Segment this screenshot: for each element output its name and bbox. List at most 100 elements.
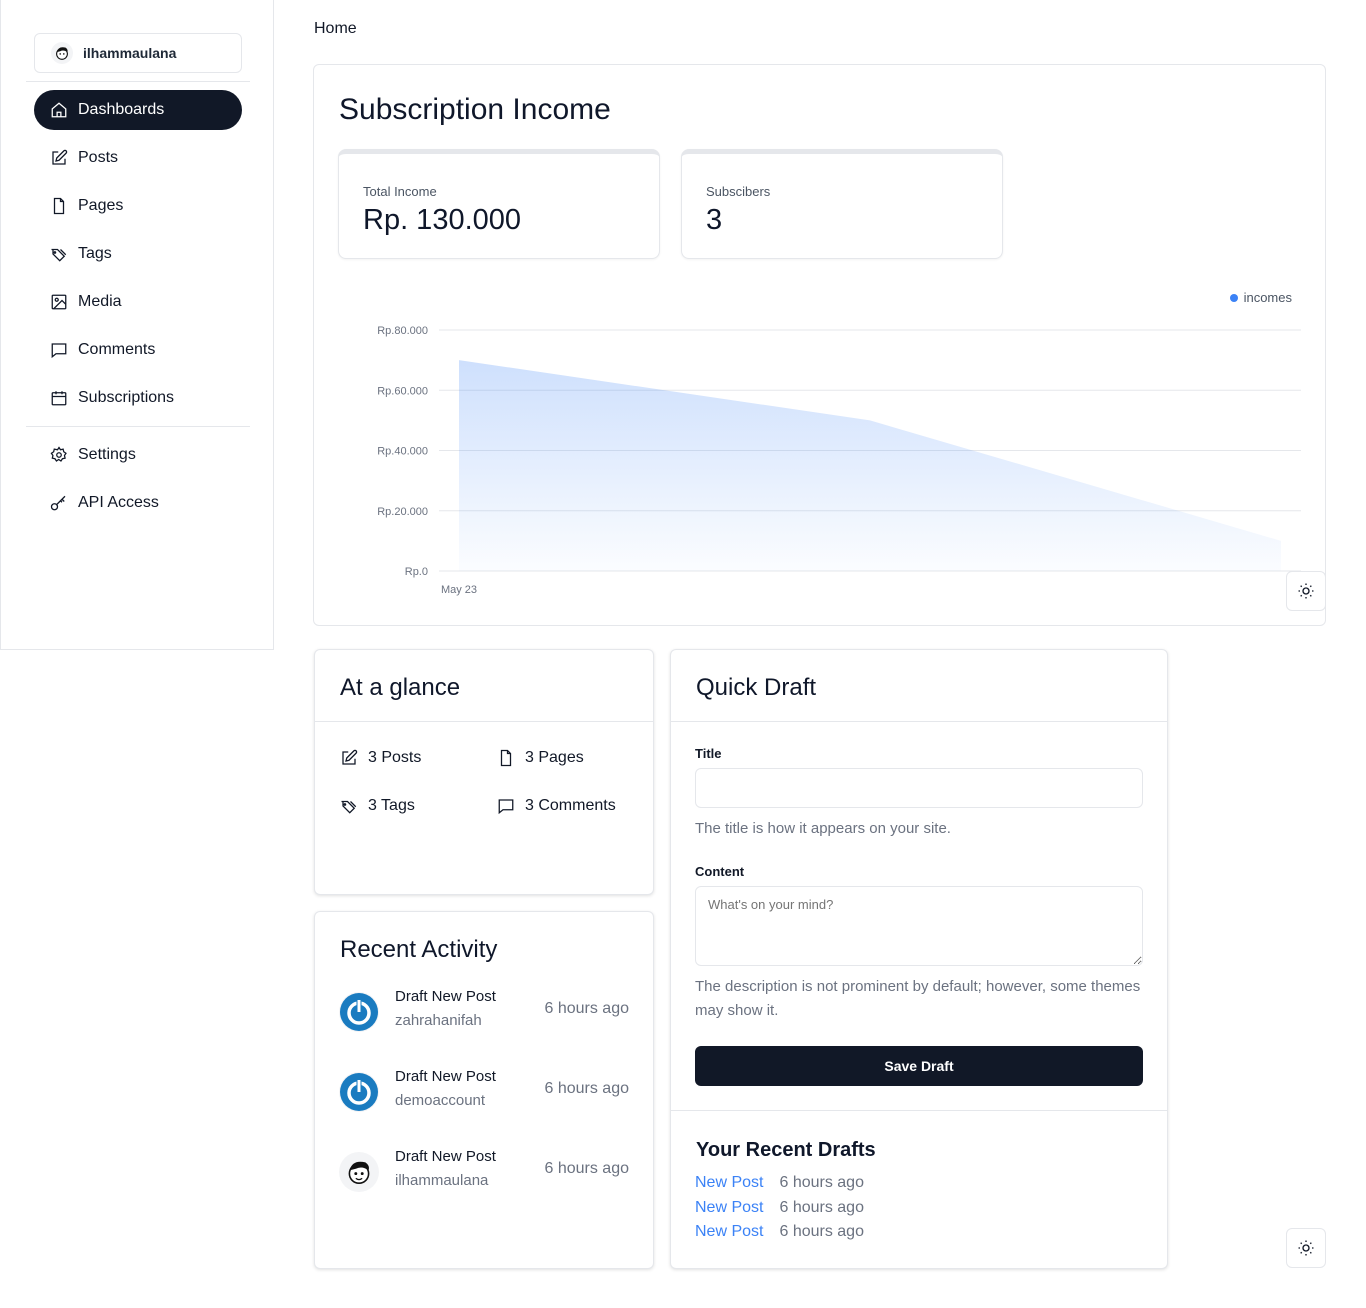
chart-svg: Rp.0 Rp.20.000 Rp.40.000 Rp.60.000 Rp.80.000…: [377, 325, 1301, 596]
title-help: The title is how it appears on your site…: [695, 820, 951, 837]
stat-value: 3: [706, 204, 723, 236]
card-title: Quick Draft: [696, 674, 817, 701]
nav-label: Media: [78, 293, 122, 310]
nav-label: Pages: [78, 197, 124, 214]
draft-item: New Post 6 hours ago: [695, 1199, 864, 1217]
divider: [671, 721, 1167, 722]
area-series-incomes[interactable]: [459, 360, 1281, 571]
y-tick-label: Rp.80.000: [377, 325, 428, 337]
activity-title: Draft New Post: [395, 1148, 496, 1165]
theme-toggle-button[interactable]: [1286, 1228, 1326, 1268]
glance-pages[interactable]: 3 Pages: [497, 749, 584, 767]
quick-draft-card: Quick Draft Title The title is how it ap…: [670, 649, 1168, 1269]
glance-comments[interactable]: 3 Comments: [497, 797, 616, 815]
title-input[interactable]: [695, 768, 1143, 808]
nav-posts[interactable]: Posts: [34, 138, 242, 178]
activity-title: Draft New Post: [395, 988, 496, 1005]
sun-icon: [1298, 1240, 1314, 1256]
activity-item[interactable]: Draft New Post demoaccount 6 hours ago: [339, 1068, 629, 1116]
nav-pages[interactable]: Pages: [34, 186, 242, 226]
nav-label: Tags: [78, 245, 112, 262]
activity-user: zahrahanifah: [395, 1012, 482, 1029]
draft-time: 6 hours ago: [779, 1199, 864, 1216]
nav-label: Dashboards: [78, 101, 165, 118]
at-a-glance-card: At a glance 3 Posts 3 Pages 3 Tags 3 Com…: [314, 649, 654, 895]
draft-item: New Post 6 hours ago: [695, 1223, 864, 1241]
content-help: The description is not prominent by defa…: [695, 978, 1141, 1019]
home-icon: [51, 102, 67, 118]
gear-icon: [50, 446, 67, 462]
nav-subscriptions[interactable]: Subscriptions: [34, 378, 242, 418]
nav-media[interactable]: Media: [34, 282, 242, 322]
glance-label: 3 Posts: [368, 749, 422, 766]
draft-time: 6 hours ago: [779, 1223, 864, 1240]
user-avatar: [339, 1152, 379, 1192]
subscription-income-card: Subscription Income Total Income Rp. 130…: [313, 64, 1326, 626]
tags-icon: [51, 248, 67, 262]
user-avatar: [51, 42, 73, 64]
x-tick-label: May 23: [441, 584, 477, 596]
glance-label: 3 Comments: [525, 797, 616, 814]
total-income-stat: Total Income Rp. 130.000: [338, 149, 660, 259]
nav-settings[interactable]: Settings: [34, 435, 242, 475]
edit-icon: [52, 149, 68, 165]
card-title: Recent Activity: [340, 936, 498, 963]
recent-activity-card: Recent Activity Draft New Post zahrahani…: [314, 911, 654, 1269]
nav-label: Subscriptions: [78, 389, 175, 406]
comment-icon: [51, 343, 67, 359]
power-icon: [339, 1072, 379, 1112]
activity-time: 6 hours ago: [544, 1080, 629, 1097]
glance-label: 3 Tags: [368, 797, 415, 814]
content-textarea[interactable]: [695, 886, 1143, 966]
save-draft-button[interactable]: Save Draft: [695, 1046, 1143, 1086]
y-tick-label: Rp.40.000: [377, 446, 428, 458]
draft-item: New Post 6 hours ago: [695, 1174, 864, 1192]
activity-item[interactable]: Draft New Post ilhammaulana 6 hours ago: [339, 1148, 629, 1196]
breadcrumb[interactable]: Home: [314, 20, 357, 38]
activity-time: 6 hours ago: [544, 1160, 629, 1177]
username: ilhammaulana: [83, 45, 177, 61]
nav-comments[interactable]: Comments: [34, 330, 242, 370]
y-tick-label: Rp.60.000: [377, 385, 428, 397]
edit-icon: [342, 749, 358, 765]
nav-api-access[interactable]: API Access: [34, 483, 242, 523]
comment-icon: [498, 799, 514, 815]
y-tick-label: Rp.0: [405, 566, 428, 578]
divider: [26, 81, 250, 82]
draft-link[interactable]: New Post: [695, 1199, 763, 1217]
page-title: Subscription Income: [339, 93, 611, 126]
content-label: Content: [695, 864, 745, 879]
nav-label: Comments: [78, 341, 156, 358]
stat-value: Rp. 130.000: [363, 204, 522, 236]
nav-tags[interactable]: Tags: [34, 234, 242, 274]
nav-label: API Access: [78, 494, 159, 511]
divider: [315, 721, 653, 722]
file-icon: [500, 749, 512, 767]
theme-toggle-button[interactable]: [1286, 571, 1326, 611]
draft-link[interactable]: New Post: [695, 1174, 763, 1192]
income-chart: incomes Rp.0 Rp.20.000 Rp.40.000 Rp.60.000 R…: [339, 285, 1309, 605]
calendar-icon: [51, 391, 67, 406]
activity-title: Draft New Post: [395, 1068, 496, 1085]
file-icon: [53, 197, 65, 215]
image-icon: [51, 294, 67, 310]
glance-posts[interactable]: 3 Posts: [340, 749, 421, 767]
sun-icon: [1298, 583, 1314, 599]
sidebar: ilhammaulana Dashboards Posts Pages Tags…: [0, 0, 274, 650]
y-tick-label: Rp.20.000: [377, 506, 428, 518]
key-icon: [50, 495, 66, 511]
power-icon: [339, 992, 379, 1032]
activity-user: demoaccount: [395, 1092, 486, 1109]
activity-user: ilhammaulana: [395, 1172, 489, 1189]
glance-label: 3 Pages: [525, 749, 584, 766]
tags-icon: [341, 800, 357, 814]
nav-dashboards[interactable]: Dashboards: [34, 90, 242, 130]
activity-item[interactable]: Draft New Post zahrahanifah 6 hours ago: [339, 988, 629, 1036]
draft-link[interactable]: New Post: [695, 1223, 763, 1241]
nav-label: Settings: [78, 446, 136, 463]
glance-tags[interactable]: 3 Tags: [340, 797, 415, 815]
draft-time: 6 hours ago: [779, 1174, 864, 1191]
activity-time: 6 hours ago: [544, 1000, 629, 1017]
user-switcher[interactable]: ilhammaulana: [34, 33, 242, 73]
nav-label: Posts: [78, 149, 119, 166]
